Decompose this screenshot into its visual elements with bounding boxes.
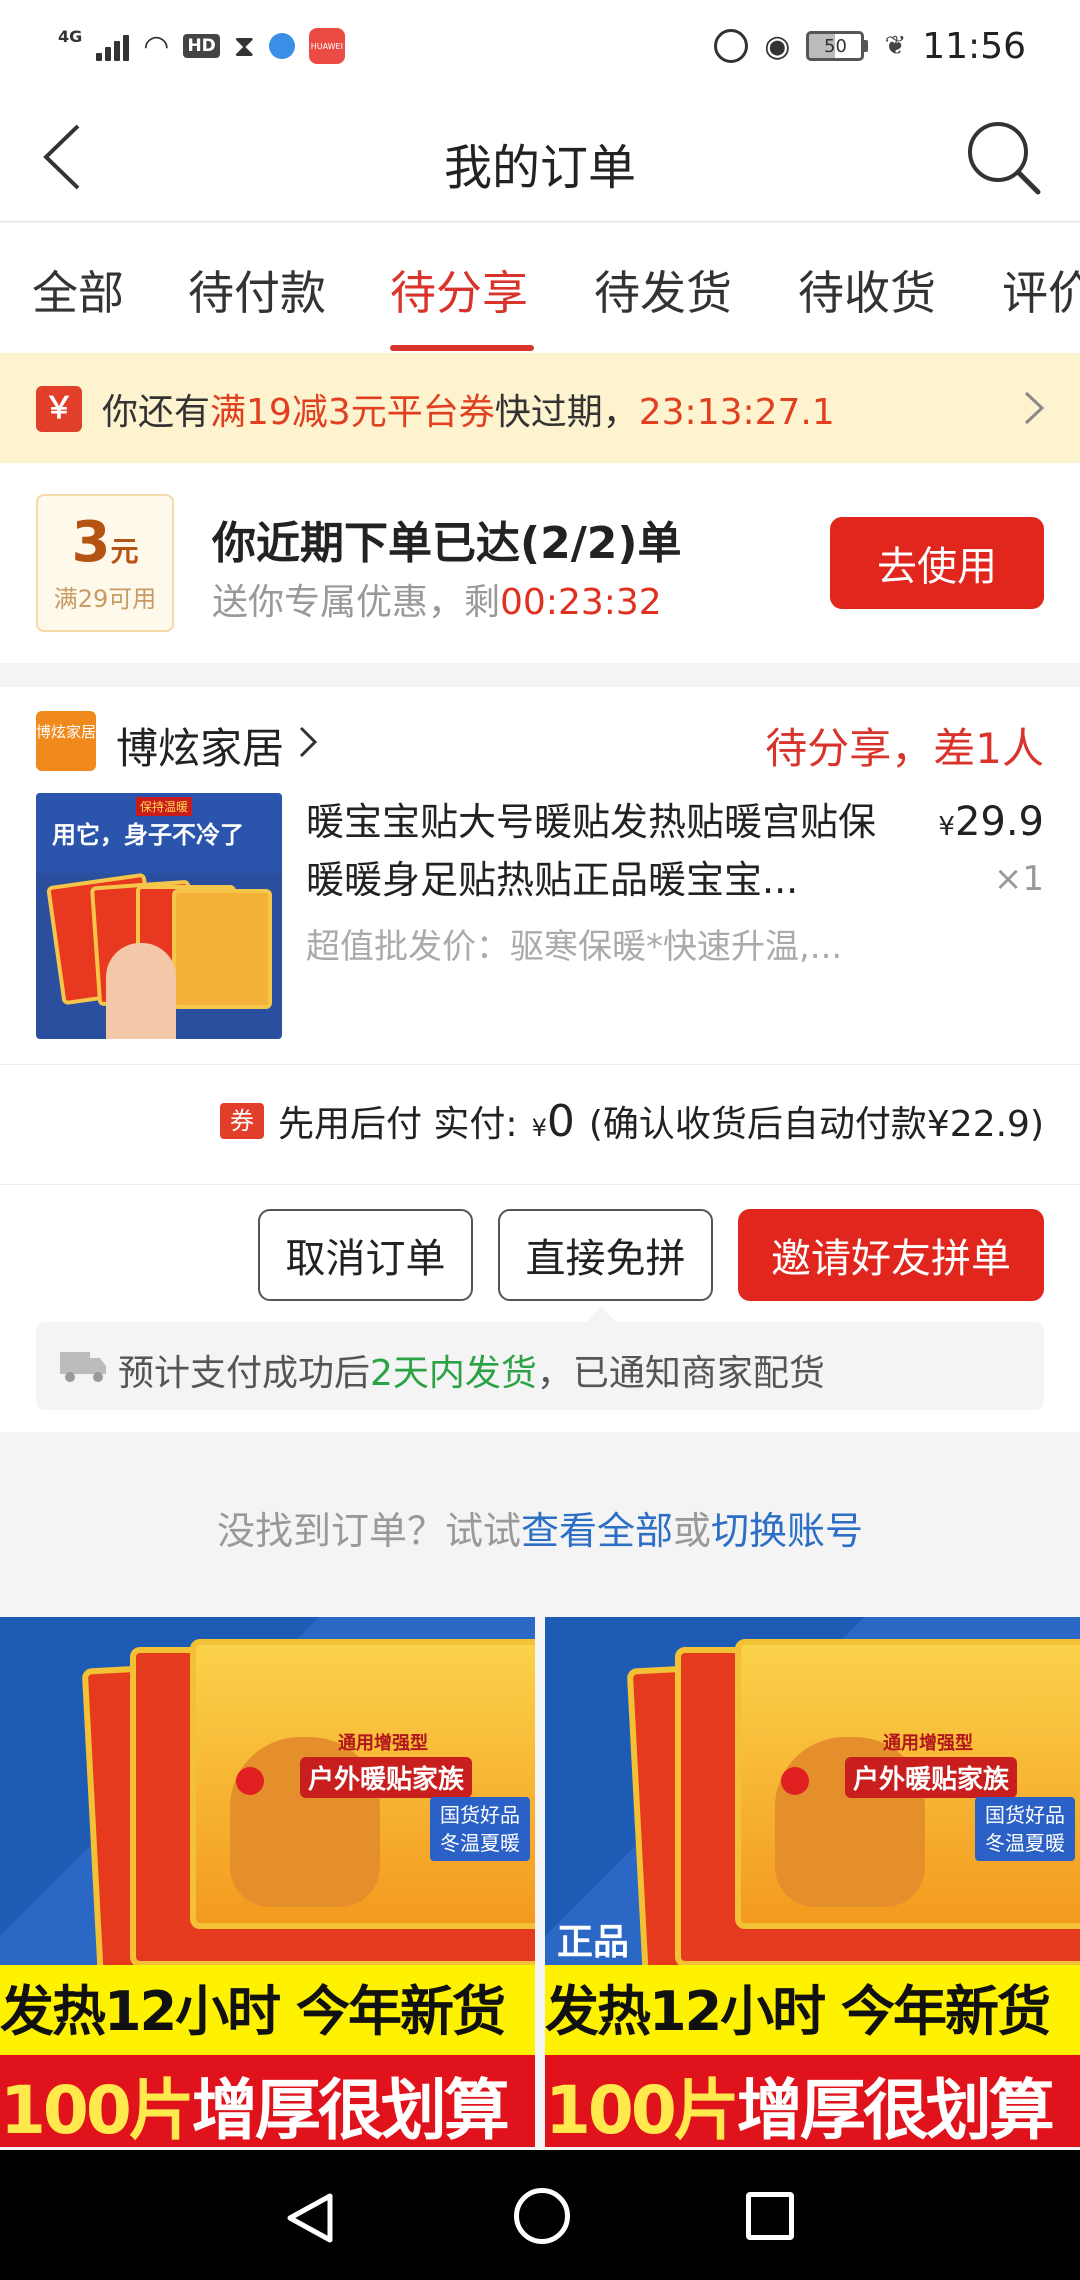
tab-all[interactable]: 全部 [32, 257, 124, 323]
chevron-right-icon [1024, 391, 1045, 425]
battery-level: 50 [806, 31, 865, 61]
coupon-expiry-banner[interactable]: ￥ 你还有满19减3元平台券快过期，23:13:27.1 [0, 353, 1080, 463]
hourglass-icon: ⧗ [233, 28, 255, 64]
payment-summary: 券 先用后付 实付: ¥0 (确认收货后自动付款¥22.9) [219, 1095, 1044, 1147]
order-tabs: 全部 待付款 待分享 待发货 待收货 评价 [0, 223, 1080, 353]
eye-comfort-icon: ◉ [764, 28, 791, 64]
coupon-tag-icon: 券 [219, 1103, 264, 1139]
cancel-order-button[interactable]: 取消订单 [258, 1209, 473, 1301]
switch-account-link[interactable]: 切换账号 [711, 1509, 863, 1553]
product-image-badge: 保持温暖 [136, 797, 193, 816]
battery-icon: 50 [806, 31, 869, 61]
product-thumbnail[interactable]: 保持温暖 用它，身子不冷了 [36, 793, 282, 1039]
signal-icon [96, 31, 130, 61]
chevron-right-icon[interactable] [298, 725, 318, 759]
browser-icon [268, 33, 295, 59]
order-status: 待分享，差1人 [765, 724, 1044, 773]
reco-tag-top: 通用增强型 [883, 1733, 973, 1754]
reco-subheadline: 100片增厚很划算 [0, 2072, 510, 2147]
banner-countdown: 23:13:27.1 [638, 392, 835, 433]
product-quantity: ×1 [993, 859, 1044, 899]
recommended-product-2[interactable]: 通用增强型 户外暖贴家族 国货好品 冬温夏暖 正品 发热12小时 今年新货 10… [545, 1617, 1080, 2147]
wifi-icon: ◠ [143, 28, 170, 64]
tab-pending-share[interactable]: 待分享 [390, 257, 528, 323]
hd-badge: HD [183, 34, 220, 58]
coupon-countdown: 00:23:32 [500, 582, 662, 623]
tab-pending-receipt[interactable]: 待收货 [798, 257, 936, 323]
shipping-note: 预计支付成功后2天内发货，已通知商家配货 [36, 1322, 1044, 1410]
search-icon[interactable] [964, 118, 1044, 198]
reco-subheadline: 100片增厚很划算 [545, 2072, 1055, 2147]
reco-tag-main: 户外暖贴家族 [845, 1757, 1018, 1798]
coupon-subtitle: 送你专属优惠，剩00:23:32 [212, 582, 662, 623]
huawei-app-icon: HUAWEI [308, 28, 345, 64]
product-image-slogan: 用它，身子不冷了 [52, 821, 244, 849]
page-title: 我的订单 [443, 140, 636, 196]
power-saving-icon: ❦ [884, 31, 907, 61]
view-all-link[interactable]: 查看全部 [521, 1509, 673, 1553]
system-navigation-bar [0, 2150, 1080, 2280]
tab-active-indicator [390, 345, 534, 351]
system-recents-icon[interactable] [746, 2192, 794, 2240]
system-home-icon[interactable] [514, 2188, 570, 2244]
divider [0, 1184, 1080, 1185]
product-title[interactable]: 暖宝宝贴大号暖贴发热贴暖宫贴保暖暖身足贴热贴正品暖宝宝... [306, 793, 906, 909]
coupon-title: 你近期下单已达(2/2)单 [212, 518, 682, 569]
recommended-product-1[interactable]: 通用增强型 户外暖贴家族 国货好品 冬温夏暖 发热12小时 今年新货 100片增… [0, 1617, 535, 2147]
coupon-condition: 满29可用 [53, 585, 157, 613]
network-type: 4G [58, 26, 83, 46]
reco-tag-main: 户外暖贴家族 [300, 1757, 473, 1798]
reco-headline: 发热12小时 今年新货 [545, 1980, 1051, 2043]
product-price: ¥29.9 [938, 799, 1044, 845]
shipping-text: 预计支付成功后2天内发货，已通知商家配货 [118, 1353, 825, 1394]
coupon-amount: 3元 [71, 510, 139, 575]
shop-logo: 博炫家居 [36, 711, 96, 771]
reco-tag-side: 国货好品 冬温夏暖 [430, 1797, 530, 1861]
status-bar: 4G ◠ HD ⧗ HUAWEI ◉ 50 ❦ 11:56 [0, 0, 1080, 92]
header: 我的订单 [0, 92, 1080, 222]
payment-label: 先用后付 实付: [277, 1104, 518, 1145]
coupon-icon: ￥ [36, 386, 82, 432]
payment-amount: ¥0 [531, 1095, 575, 1147]
tab-review[interactable]: 评价 [1002, 257, 1080, 323]
nfc-icon [714, 29, 749, 63]
truck-icon [60, 1352, 106, 1382]
invite-friends-button[interactable]: 邀请好友拼单 [738, 1209, 1044, 1301]
reco-tag-side: 国货好品 冬温夏暖 [975, 1797, 1075, 1861]
tab-pending-payment[interactable]: 待付款 [188, 257, 326, 323]
reco-headline: 发热12小时 今年新货 [0, 1980, 506, 2043]
use-coupon-button[interactable]: 去使用 [830, 517, 1044, 609]
tab-pending-shipment[interactable]: 待发货 [594, 257, 732, 323]
coupon-ticket: 3元 满29可用 [36, 494, 174, 632]
reco-tag-top: 通用增强型 [338, 1733, 428, 1754]
product-desc: 超值批发价：驱寒保暖*快速升温,... [306, 927, 843, 967]
order-card: 博炫家居 博炫家居 待分享，差1人 保持温暖 用它，身子不冷了 暖宝宝贴大号暖贴… [0, 687, 1080, 1432]
clock: 11:56 [922, 25, 1026, 67]
banner-coupon: 满19减3元平台券 [210, 392, 495, 433]
payment-note: (确认收货后自动付款¥22.9) [588, 1104, 1044, 1145]
shipping-highlight: 2天内发货 [370, 1353, 537, 1394]
divider [0, 1064, 1080, 1065]
genuine-stamp: 正品 [557, 1922, 630, 1963]
order-not-found-hint: 没找到订单？试试查看全部或切换账号 [216, 1509, 864, 1553]
system-back-icon[interactable] [282, 2190, 338, 2246]
coupon-card: 3元 满29可用 你近期下单已达(2/2)单 送你专属优惠，剩00:23:32 … [0, 463, 1080, 663]
banner-text: 你还有满19减3元平台券快过期，23:13:27.1 [102, 392, 835, 433]
shop-name[interactable]: 博炫家居 [116, 715, 284, 776]
direct-no-group-button[interactable]: 直接免拼 [498, 1209, 713, 1301]
